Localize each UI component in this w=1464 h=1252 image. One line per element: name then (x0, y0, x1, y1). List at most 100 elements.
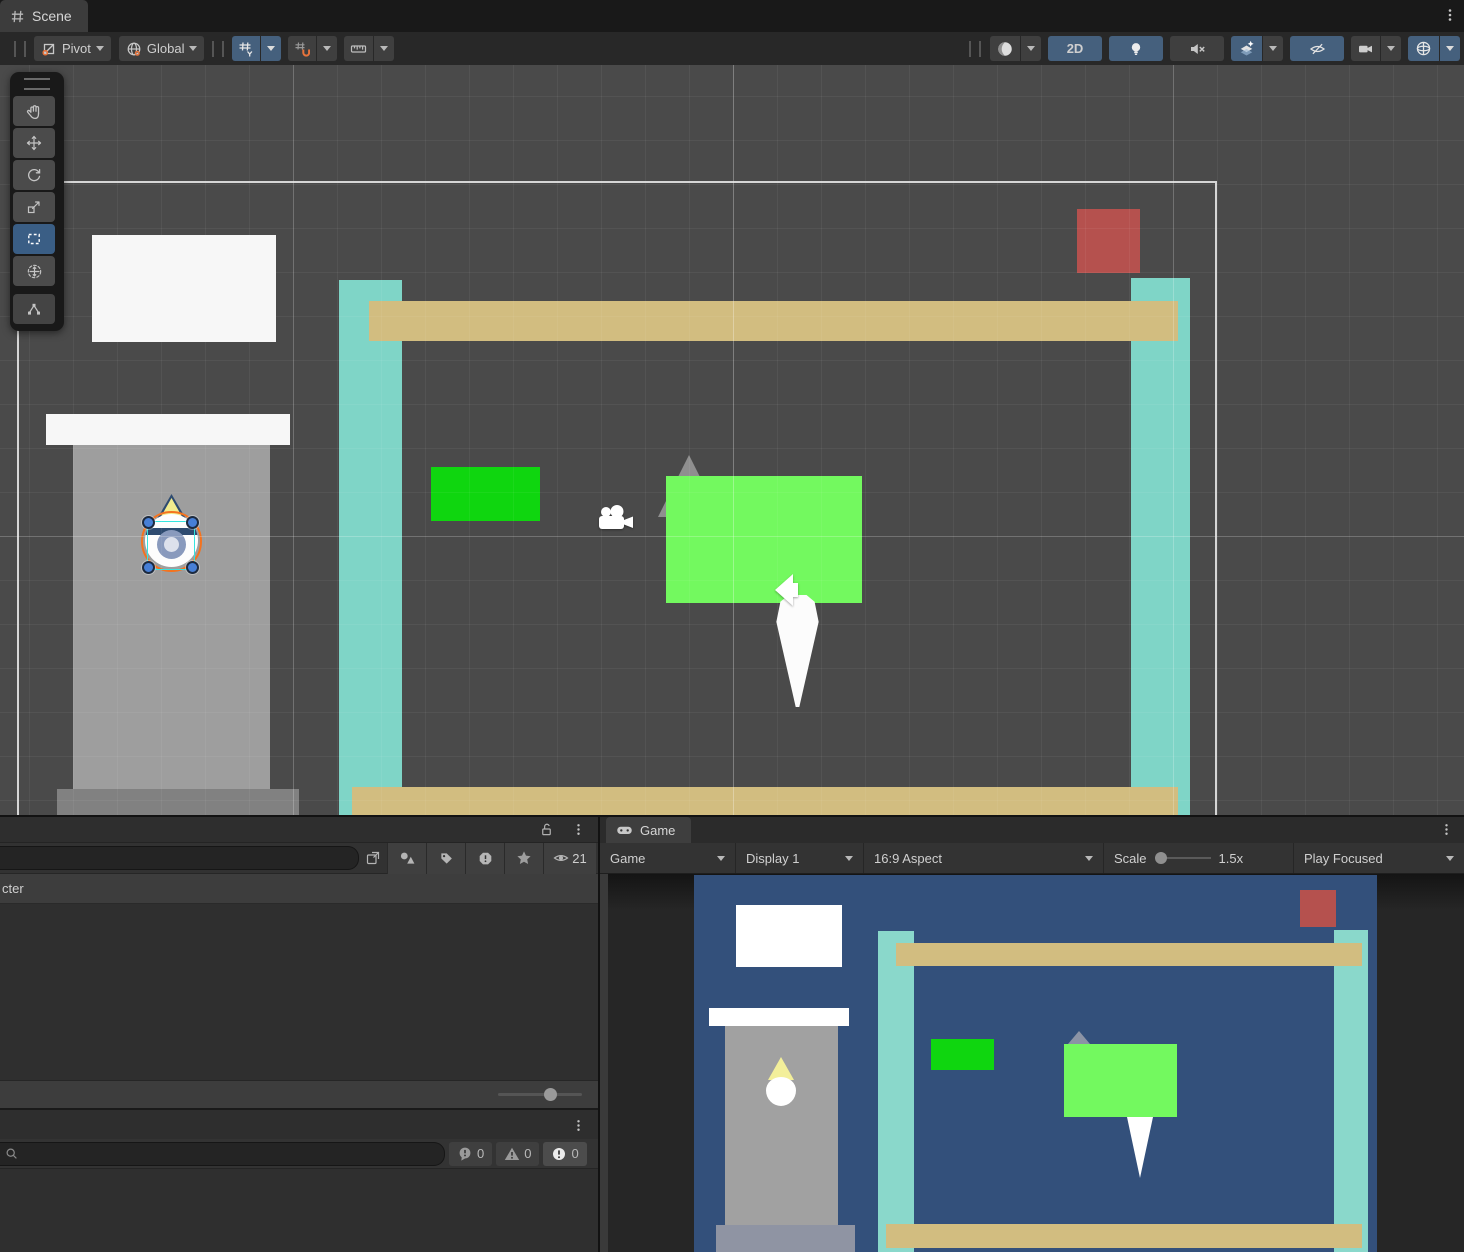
tab-game[interactable]: Game (606, 817, 691, 843)
white-platform[interactable] (736, 905, 842, 967)
grid-visibility-dropdown[interactable] (261, 36, 281, 61)
pillar-base[interactable] (57, 789, 299, 815)
green-block-large[interactable] (666, 476, 862, 603)
hand-tool-button[interactable] (13, 96, 55, 126)
platform-bottom[interactable] (352, 787, 1178, 815)
console-log-area[interactable] (0, 1169, 598, 1252)
scale-slider[interactable] (1155, 852, 1211, 864)
scene-camera-button[interactable] (1351, 36, 1380, 61)
platform-bottom[interactable] (886, 1224, 1362, 1248)
project-selected-row[interactable]: cter (0, 874, 598, 904)
scene-visibility-button[interactable] (1290, 36, 1344, 61)
toolbar-drag-handle[interactable] (212, 41, 224, 57)
wall-left[interactable] (878, 931, 914, 1252)
scene-view[interactable] (0, 65, 1464, 815)
game-view-dropdown[interactable]: Game (600, 843, 736, 873)
rect-handle-top-left[interactable] (142, 516, 155, 529)
rect-handle-top-right[interactable] (186, 516, 199, 529)
pillar-cap[interactable] (709, 1008, 849, 1026)
pivot-dropdown[interactable]: Pivot (34, 36, 111, 61)
2d-mode-button[interactable]: 2D (1048, 36, 1102, 61)
white-platform[interactable] (92, 235, 276, 342)
white-spike[interactable] (1127, 1117, 1153, 1178)
scene-kebab-icon[interactable] (1442, 7, 1458, 23)
scale-slider-knob[interactable] (1155, 852, 1167, 864)
red-block[interactable] (1077, 209, 1140, 273)
scale-tool-button[interactable] (13, 192, 55, 222)
project-kebab-icon[interactable] (571, 822, 586, 837)
global-dropdown[interactable]: Global (119, 36, 205, 61)
console-warning-toggle[interactable]: 0 (496, 1142, 539, 1166)
player-eye (157, 530, 186, 559)
wall-left[interactable] (339, 280, 402, 815)
green-block-large[interactable] (1064, 1044, 1177, 1117)
grid-visibility-button[interactable] (232, 36, 260, 61)
scene-effects-button[interactable] (1231, 36, 1262, 61)
rect-handle-bottom-left[interactable] (142, 561, 155, 574)
importance-filter-button[interactable] (465, 843, 504, 874)
draw-mode-dropdown[interactable] (1021, 36, 1041, 61)
rect-tool-button[interactable] (13, 224, 55, 254)
toolbar-drag-handle[interactable] (14, 41, 26, 57)
pillar-cap[interactable] (46, 414, 290, 445)
pillar-base[interactable] (716, 1225, 855, 1252)
green-block[interactable] (431, 467, 540, 521)
effects-dropdown[interactable] (1263, 36, 1283, 61)
camera-gizmo-icon[interactable] (596, 505, 636, 533)
green-block[interactable] (931, 1039, 994, 1070)
grid-snap-dropdown[interactable] (317, 36, 337, 61)
palette-drag-handle[interactable] (24, 78, 50, 90)
display-dropdown[interactable]: Display 1 (736, 843, 864, 873)
open-new-window-icon[interactable] (365, 850, 381, 866)
platform-top[interactable] (369, 301, 1178, 341)
snap-increment-button[interactable] (344, 36, 373, 61)
red-block[interactable] (1300, 890, 1336, 927)
toolbar-drag-handle[interactable] (969, 41, 981, 57)
tab-scene[interactable]: Scene (0, 0, 88, 32)
scene-audio-button[interactable] (1170, 36, 1224, 61)
game-panel: Game Game Display 1 16:9 Aspect Scale (600, 817, 1464, 1252)
filter-by-type-button[interactable] (387, 843, 426, 874)
game-kebab-icon[interactable] (1439, 822, 1454, 837)
console-kebab-icon[interactable] (571, 1118, 586, 1133)
lock-open-icon[interactable] (539, 822, 554, 837)
slider-knob[interactable] (544, 1088, 557, 1101)
game-viewport[interactable] (694, 875, 1377, 1252)
grid-visibility-group (232, 36, 281, 61)
project-toolbar: 21 (0, 843, 598, 874)
rect-handle-bottom-right[interactable] (186, 561, 199, 574)
pillar[interactable] (725, 1026, 838, 1225)
gray-spike[interactable] (1068, 1031, 1090, 1044)
favorites-filter-button[interactable] (504, 843, 543, 874)
console-message-toggle[interactable]: 0 (449, 1142, 492, 1166)
grid-major-line (293, 65, 294, 815)
icon-size-slider[interactable] (498, 1093, 582, 1096)
hidden-count-button[interactable]: 21 (543, 843, 596, 874)
move-tool-button[interactable] (13, 128, 55, 158)
scene-lighting-button[interactable] (1109, 36, 1163, 61)
gizmos-dropdown[interactable] (1440, 36, 1460, 61)
grid-snap-button[interactable] (288, 36, 316, 61)
gizmos-button[interactable] (1408, 36, 1439, 61)
transform-icon (26, 263, 43, 280)
wall-right[interactable] (1334, 930, 1368, 1252)
play-focused-dropdown[interactable]: Play Focused (1294, 843, 1464, 873)
project-content-area[interactable] (0, 904, 598, 1080)
unity-editor: Scene Pivot Global (0, 0, 1464, 1252)
custom-tool-button[interactable] (13, 294, 55, 324)
draw-mode-button[interactable] (990, 36, 1020, 61)
snap-increment-dropdown[interactable] (374, 36, 394, 61)
grid-axis-y (733, 65, 734, 815)
audio-source-gizmo-icon[interactable] (772, 571, 800, 609)
project-search-input[interactable] (0, 846, 359, 870)
console-error-toggle[interactable]: 0 (543, 1142, 586, 1166)
rotate-tool-button[interactable] (13, 160, 55, 190)
aspect-ratio-dropdown[interactable]: 16:9 Aspect (864, 843, 1104, 873)
filter-by-label-button[interactable] (426, 843, 465, 874)
transform-tool-button[interactable] (13, 256, 55, 286)
wall-right[interactable] (1131, 278, 1190, 815)
console-search-input[interactable] (0, 1142, 445, 1166)
camera-settings-dropdown[interactable] (1381, 36, 1401, 61)
platform-top[interactable] (896, 943, 1362, 966)
white-spike[interactable] (775, 595, 820, 707)
